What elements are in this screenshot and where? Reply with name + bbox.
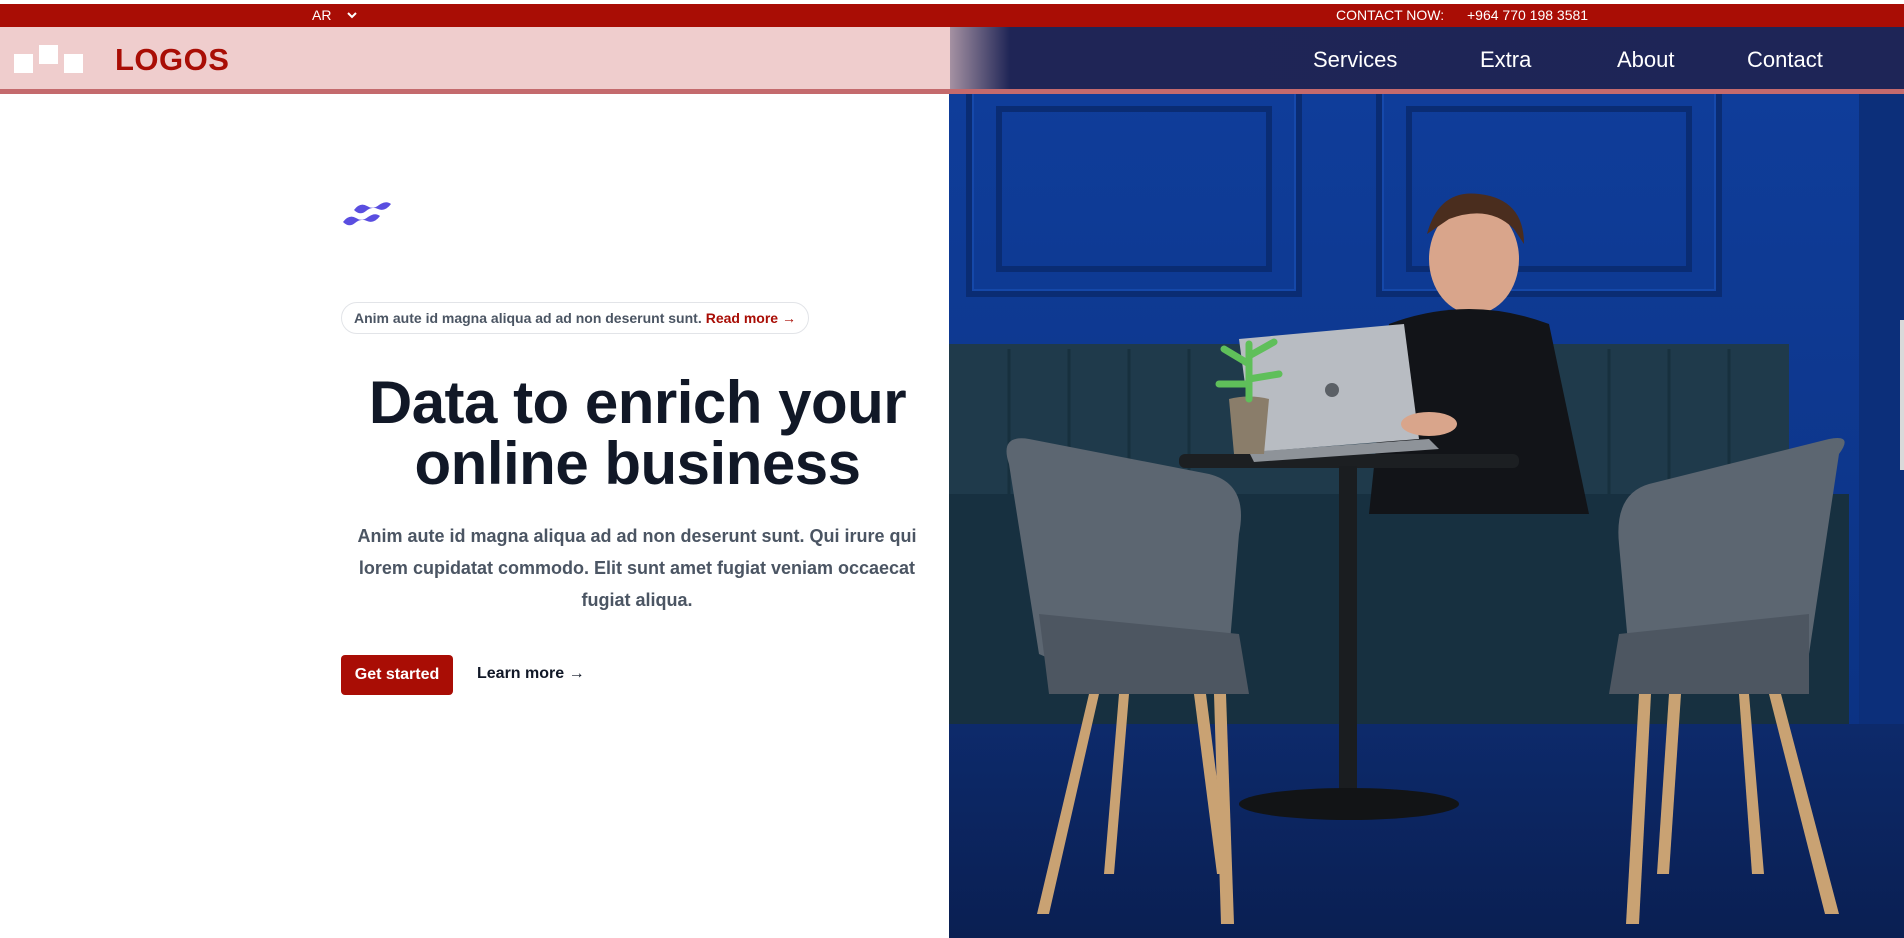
contact-label: CONTACT NOW: [1336,7,1445,23]
top-contact-bar: AR CONTACT NOW: +964 770 198 3581 [0,4,1904,27]
headline-line-2: online business [414,430,861,497]
hero-headline: Data to enrich your online business [340,372,935,494]
contact-phone[interactable]: +964 770 198 3581 [1467,7,1588,23]
logo-text[interactable]: LOGOS [115,42,229,78]
announcement-pill: Anim aute id magna aliqua ad ad non dese… [341,302,809,334]
nav-services[interactable]: Services [1313,47,1397,73]
announcement-text: Anim aute id magna aliqua ad ad non dese… [354,310,702,326]
learn-more-link[interactable]: Learn more → [477,665,585,683]
get-started-button[interactable]: Get started [341,655,453,695]
site-header: LOGOS Services Extra About Contact [0,27,1904,94]
scrollbar[interactable] [1900,320,1904,470]
language-selector[interactable]: AR [312,7,358,23]
nav-about[interactable]: About [1617,47,1675,73]
language-label: AR [312,7,332,23]
nav-contact[interactable]: Contact [1747,47,1823,73]
tailwind-wave-icon [343,202,391,226]
hero-subtext: Anim aute id magna aliqua ad ad non dese… [357,526,917,610]
hero-photo [949,94,1904,938]
logo-squares-icon[interactable] [14,45,86,73]
hero-photo-illustration [949,94,1904,938]
chevron-down-icon [347,11,358,18]
headline-line-1: Data to enrich your [368,369,907,436]
read-more-link[interactable]: Read more → [706,310,796,326]
nav-extra[interactable]: Extra [1480,47,1531,73]
